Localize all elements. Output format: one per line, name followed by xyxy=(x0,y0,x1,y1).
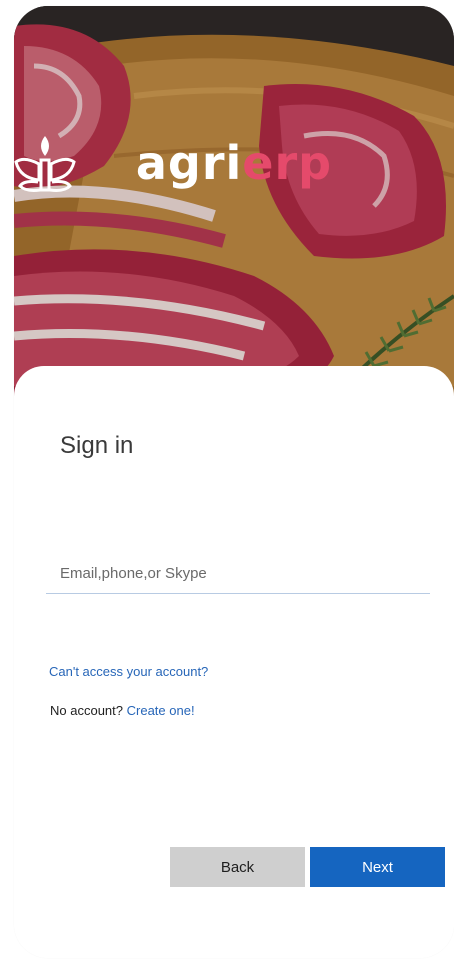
page-title: Sign in xyxy=(60,432,134,459)
hero-banner: agrierp xyxy=(14,6,454,406)
signin-card: Sign in Can't access your account? No ac… xyxy=(14,366,454,958)
create-account-link[interactable]: Create one! xyxy=(127,703,195,718)
brand-logo: agrierp xyxy=(14,134,454,192)
wordmark-erp: erp xyxy=(242,136,333,190)
next-button[interactable]: Next xyxy=(310,847,445,887)
back-button[interactable]: Back xyxy=(170,847,305,887)
leaf-sprout-icon xyxy=(14,136,76,192)
meat-background-image xyxy=(14,6,454,406)
phone-screen: agrierp Sign in Can't access your accoun… xyxy=(14,6,454,958)
brand-wordmark: agrierp xyxy=(14,140,454,186)
email-field[interactable] xyxy=(46,554,430,594)
cant-access-account-link[interactable]: Can't access your account? xyxy=(49,664,208,679)
no-account-row: No account? Create one! xyxy=(50,703,195,718)
no-account-text: No account? xyxy=(50,703,123,718)
wordmark-agri: agri xyxy=(135,136,243,190)
